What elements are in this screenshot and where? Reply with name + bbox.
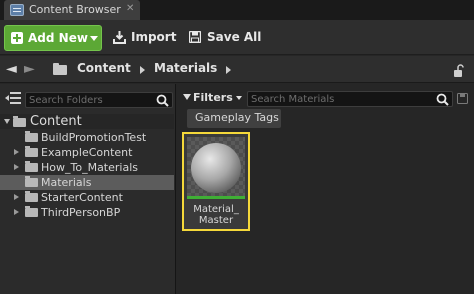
search-folders-box[interactable] (25, 92, 173, 108)
asset-name-line1: Material_ (193, 204, 239, 215)
tree-item-thirdpersonbp[interactable]: ThirdPersonBP (0, 205, 174, 220)
close-icon[interactable]: ✕ (126, 3, 134, 15)
tree-item-label: ThirdPersonBP (41, 206, 121, 219)
save-all-label: Save All (207, 30, 262, 44)
search-materials-input[interactable] (251, 92, 431, 106)
asset-name-line2: Master (198, 215, 234, 226)
folder-icon (25, 191, 38, 202)
sources-panel: Content BuildPromotionTest ExampleConten… (0, 84, 176, 294)
tree-item-label: BuildPromotionTest (41, 131, 147, 144)
forward-arrow-icon[interactable]: ► (24, 61, 35, 77)
import-button[interactable]: Import (110, 25, 176, 51)
add-new-label: Add New (28, 31, 88, 45)
tree-item-buildpromotiontest[interactable]: BuildPromotionTest (0, 130, 174, 145)
breadcrumb-separator-icon[interactable] (140, 66, 145, 74)
tree-item-how-to-materials[interactable]: How_To_Materials (0, 160, 174, 175)
toolbar: Add New Import Save All (0, 20, 474, 55)
folder-icon (25, 146, 38, 157)
asset-view-panel: Filters Gameplay Tags (177, 84, 474, 294)
tree-item-content[interactable]: Content (0, 114, 174, 129)
save-all-button[interactable]: Save All (186, 25, 266, 51)
content-browser-icon (10, 4, 24, 16)
tab-title: Content Browser (29, 3, 121, 16)
breadcrumb-content[interactable]: Content (77, 61, 131, 75)
folder-icon[interactable] (53, 63, 67, 75)
expand-arrow-icon[interactable] (14, 209, 19, 215)
filter-icon (183, 94, 191, 100)
path-bar: ◄ ► Content Materials (0, 56, 474, 83)
breadcrumb-materials[interactable]: Materials (154, 61, 217, 75)
tree-item-label: Content (30, 114, 82, 129)
save-icon (189, 31, 201, 43)
folder-icon (25, 176, 38, 187)
tree-item-examplecontent[interactable]: ExampleContent (0, 145, 174, 160)
folder-icon (13, 116, 26, 127)
tab-strip: Content Browser ✕ (0, 0, 474, 20)
search-folders-input[interactable] (29, 93, 154, 107)
search-icon (436, 93, 449, 106)
import-icon (113, 31, 126, 44)
tree-item-label: StarterContent (41, 191, 123, 204)
tree-item-materials[interactable]: Materials (0, 175, 174, 190)
tab-content-browser[interactable]: Content Browser ✕ (4, 0, 140, 20)
filters-label: Filters (193, 91, 233, 104)
asset-tile-material-master[interactable]: Material_ Master (182, 132, 250, 231)
expand-arrow-icon[interactable] (14, 164, 19, 170)
material-sphere-thumbnail (187, 137, 245, 199)
collapse-sources-icon[interactable] (5, 92, 21, 104)
plus-icon (11, 32, 23, 44)
asset-type-bar (187, 196, 245, 199)
search-icon (156, 94, 169, 107)
search-materials-box[interactable] (247, 91, 453, 107)
expand-arrow-icon[interactable] (14, 194, 19, 200)
chevron-down-icon (236, 96, 242, 100)
expand-arrow-icon[interactable] (14, 149, 19, 155)
back-arrow-icon[interactable]: ◄ (6, 61, 17, 77)
content-browser-window: Content Browser ✕ Add New Import Save Al… (0, 0, 474, 294)
add-new-button[interactable]: Add New (4, 25, 102, 51)
filter-tag-gameplay-tags[interactable]: Gameplay Tags (187, 109, 281, 128)
save-search-icon[interactable] (457, 93, 468, 104)
folder-icon (25, 161, 38, 172)
tree-item-label: ExampleContent (41, 146, 133, 159)
tree-item-label: How_To_Materials (41, 161, 138, 174)
lock-icon[interactable] (452, 64, 466, 78)
tree-item-startercontent[interactable]: StarterContent (0, 190, 174, 205)
filter-tag-label: Gameplay Tags (195, 111, 279, 124)
breadcrumb-separator-icon[interactable] (226, 66, 231, 74)
import-label: Import (131, 30, 177, 44)
folder-icon (25, 206, 38, 217)
chevron-down-icon (90, 36, 98, 41)
expand-arrow-icon[interactable] (4, 119, 10, 124)
folder-icon (25, 131, 38, 142)
tree-item-label: Materials (41, 176, 92, 189)
